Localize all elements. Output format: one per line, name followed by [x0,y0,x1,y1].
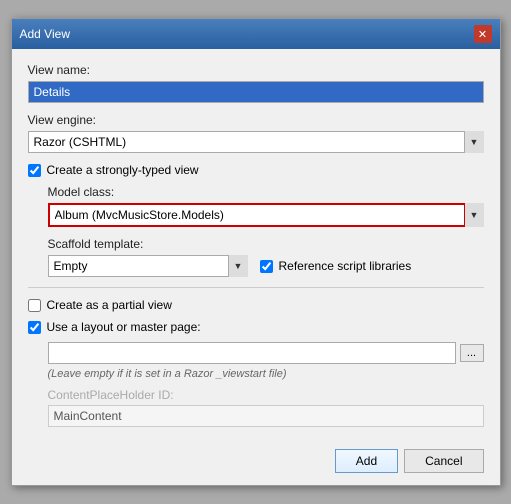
add-button[interactable]: Add [335,449,398,473]
scaffold-select-wrapper: Empty Create Delete Details Edit List ▼ [48,255,248,277]
model-class-wrapper: Album (MvcMusicStore.Models) ▼ [48,203,484,227]
cancel-button[interactable]: Cancel [404,449,483,473]
scaffold-label: Scaffold template: [48,237,484,251]
reference-scripts-label: Reference script libraries [279,259,412,273]
view-engine-label: View engine: [28,113,484,127]
partial-view-checkbox[interactable] [28,299,41,312]
reference-scripts-checkbox[interactable] [260,260,273,273]
add-view-dialog: Add View ✕ View name: View engine: Razor… [11,18,501,486]
title-bar: Add View ✕ [12,19,500,49]
strongly-typed-label: Create a strongly-typed view [47,163,199,177]
layout-row: Use a layout or master page: [28,320,484,334]
partial-view-row: Create as a partial view [28,298,484,312]
scaffold-section: Scaffold template: Empty Create Delete D… [28,237,484,277]
content-placeholder-input[interactable] [48,405,484,427]
divider [28,287,484,288]
strongly-typed-checkbox[interactable] [28,164,41,177]
dialog-title: Add View [20,27,70,41]
view-name-label: View name: [28,63,484,77]
layout-checkbox[interactable] [28,321,41,334]
layout-hint: (Leave empty if it is set in a Razor _vi… [48,368,484,380]
layout-label: Use a layout or master page: [47,320,201,334]
model-class-select[interactable]: Album (MvcMusicStore.Models) [48,203,484,227]
layout-input-wrap: ... [48,342,484,364]
view-engine-wrapper: Razor (CSHTML) ASPX ▼ [28,131,484,153]
content-placeholder-label: ContentPlaceHolder ID: [48,388,484,402]
scaffold-row: Empty Create Delete Details Edit List ▼ … [48,255,484,277]
buttons-row: Add Cancel [28,441,484,473]
layout-path-input[interactable] [48,342,456,364]
model-class-section: Model class: Album (MvcMusicStore.Models… [28,185,484,227]
scaffold-select[interactable]: Empty Create Delete Details Edit List [48,255,248,277]
dialog-body: View name: View engine: Razor (CSHTML) A… [12,49,500,485]
reference-scripts-row: Reference script libraries [260,259,412,273]
close-button[interactable]: ✕ [474,25,492,43]
partial-view-label: Create as a partial view [47,298,172,312]
model-class-label: Model class: [48,185,484,199]
browse-button[interactable]: ... [460,344,484,362]
strongly-typed-row: Create a strongly-typed view [28,163,484,177]
view-name-input[interactable] [28,81,484,103]
view-engine-select[interactable]: Razor (CSHTML) ASPX [28,131,484,153]
